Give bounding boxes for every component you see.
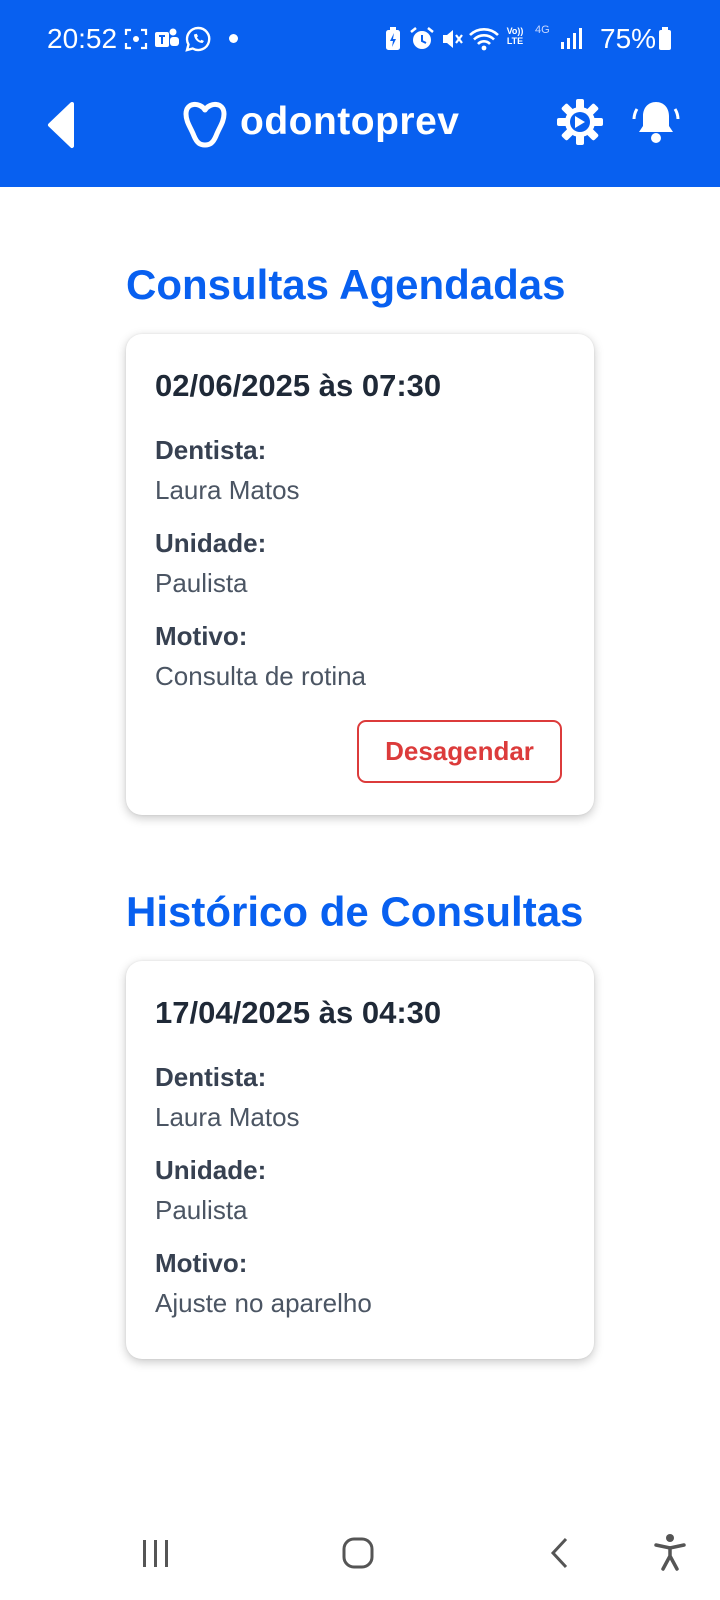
scheduled-title: Consultas Agendadas bbox=[126, 261, 566, 308]
volte-icon: Vo)) LTE bbox=[506, 26, 524, 46]
status-time: 20:52 bbox=[47, 23, 118, 54]
signal-icon bbox=[561, 28, 582, 49]
history-appointment-card: 17/04/2025 às 04:30 Dentista: Laura Mato… bbox=[126, 961, 594, 1359]
appointment-datetime: 17/04/2025 às 04:30 bbox=[155, 995, 442, 1030]
dentist-label: Dentista: bbox=[155, 1062, 267, 1092]
dot-icon bbox=[229, 34, 238, 43]
dentist-value: Laura Matos bbox=[155, 475, 300, 505]
back-icon[interactable] bbox=[44, 100, 80, 150]
history-title: Histórico de Consultas bbox=[126, 888, 584, 935]
reason-label: Motivo: bbox=[155, 1248, 248, 1278]
battery-saver-icon bbox=[386, 27, 400, 50]
battery-icon bbox=[659, 27, 671, 50]
back-nav-icon[interactable] bbox=[548, 1536, 572, 1572]
app-bar: odontoprev bbox=[0, 78, 720, 187]
teams-icon bbox=[155, 28, 179, 47]
reason-value: Consulta de rotina bbox=[155, 661, 367, 691]
unschedule-button[interactable]: Desagendar bbox=[357, 720, 562, 783]
wifi-icon bbox=[469, 28, 499, 51]
unit-value: Paulista bbox=[155, 568, 248, 598]
screenshot-icon bbox=[124, 28, 148, 50]
appointment-datetime: 02/06/2025 às 07:30 bbox=[155, 368, 442, 403]
brand-name: odontoprev bbox=[240, 100, 460, 143]
unit-value: Paulista bbox=[155, 1195, 248, 1225]
mute-icon bbox=[443, 30, 463, 48]
dentist-value: Laura Matos bbox=[155, 1102, 300, 1132]
home-icon[interactable] bbox=[341, 1536, 377, 1572]
status-bar: 20:52 Vo)) LTE 4G 75% bbox=[0, 0, 720, 78]
unit-label: Unidade: bbox=[155, 1155, 267, 1185]
accessibility-icon[interactable] bbox=[654, 1532, 686, 1572]
unit-label: Unidade: bbox=[155, 528, 267, 558]
system-navigation-bar bbox=[0, 1510, 720, 1600]
bell-icon[interactable] bbox=[631, 97, 681, 147]
app-header: 20:52 Vo)) LTE 4G 75% odontoprev bbox=[0, 0, 720, 187]
settings-gear-icon[interactable] bbox=[555, 97, 605, 147]
dentist-label: Dentista: bbox=[155, 435, 267, 465]
recent-apps-icon[interactable] bbox=[139, 1538, 173, 1570]
battery-percent: 75% bbox=[600, 23, 657, 54]
scheduled-appointment-card: 02/06/2025 às 07:30 Dentista: Laura Mato… bbox=[126, 334, 594, 815]
4g-icon: 4G bbox=[535, 24, 550, 36]
alarm-icon bbox=[410, 27, 434, 49]
logo-heart-icon bbox=[183, 102, 227, 148]
reason-label: Motivo: bbox=[155, 621, 248, 651]
reason-value: Ajuste no aparelho bbox=[155, 1288, 372, 1318]
whatsapp-icon bbox=[185, 26, 211, 52]
